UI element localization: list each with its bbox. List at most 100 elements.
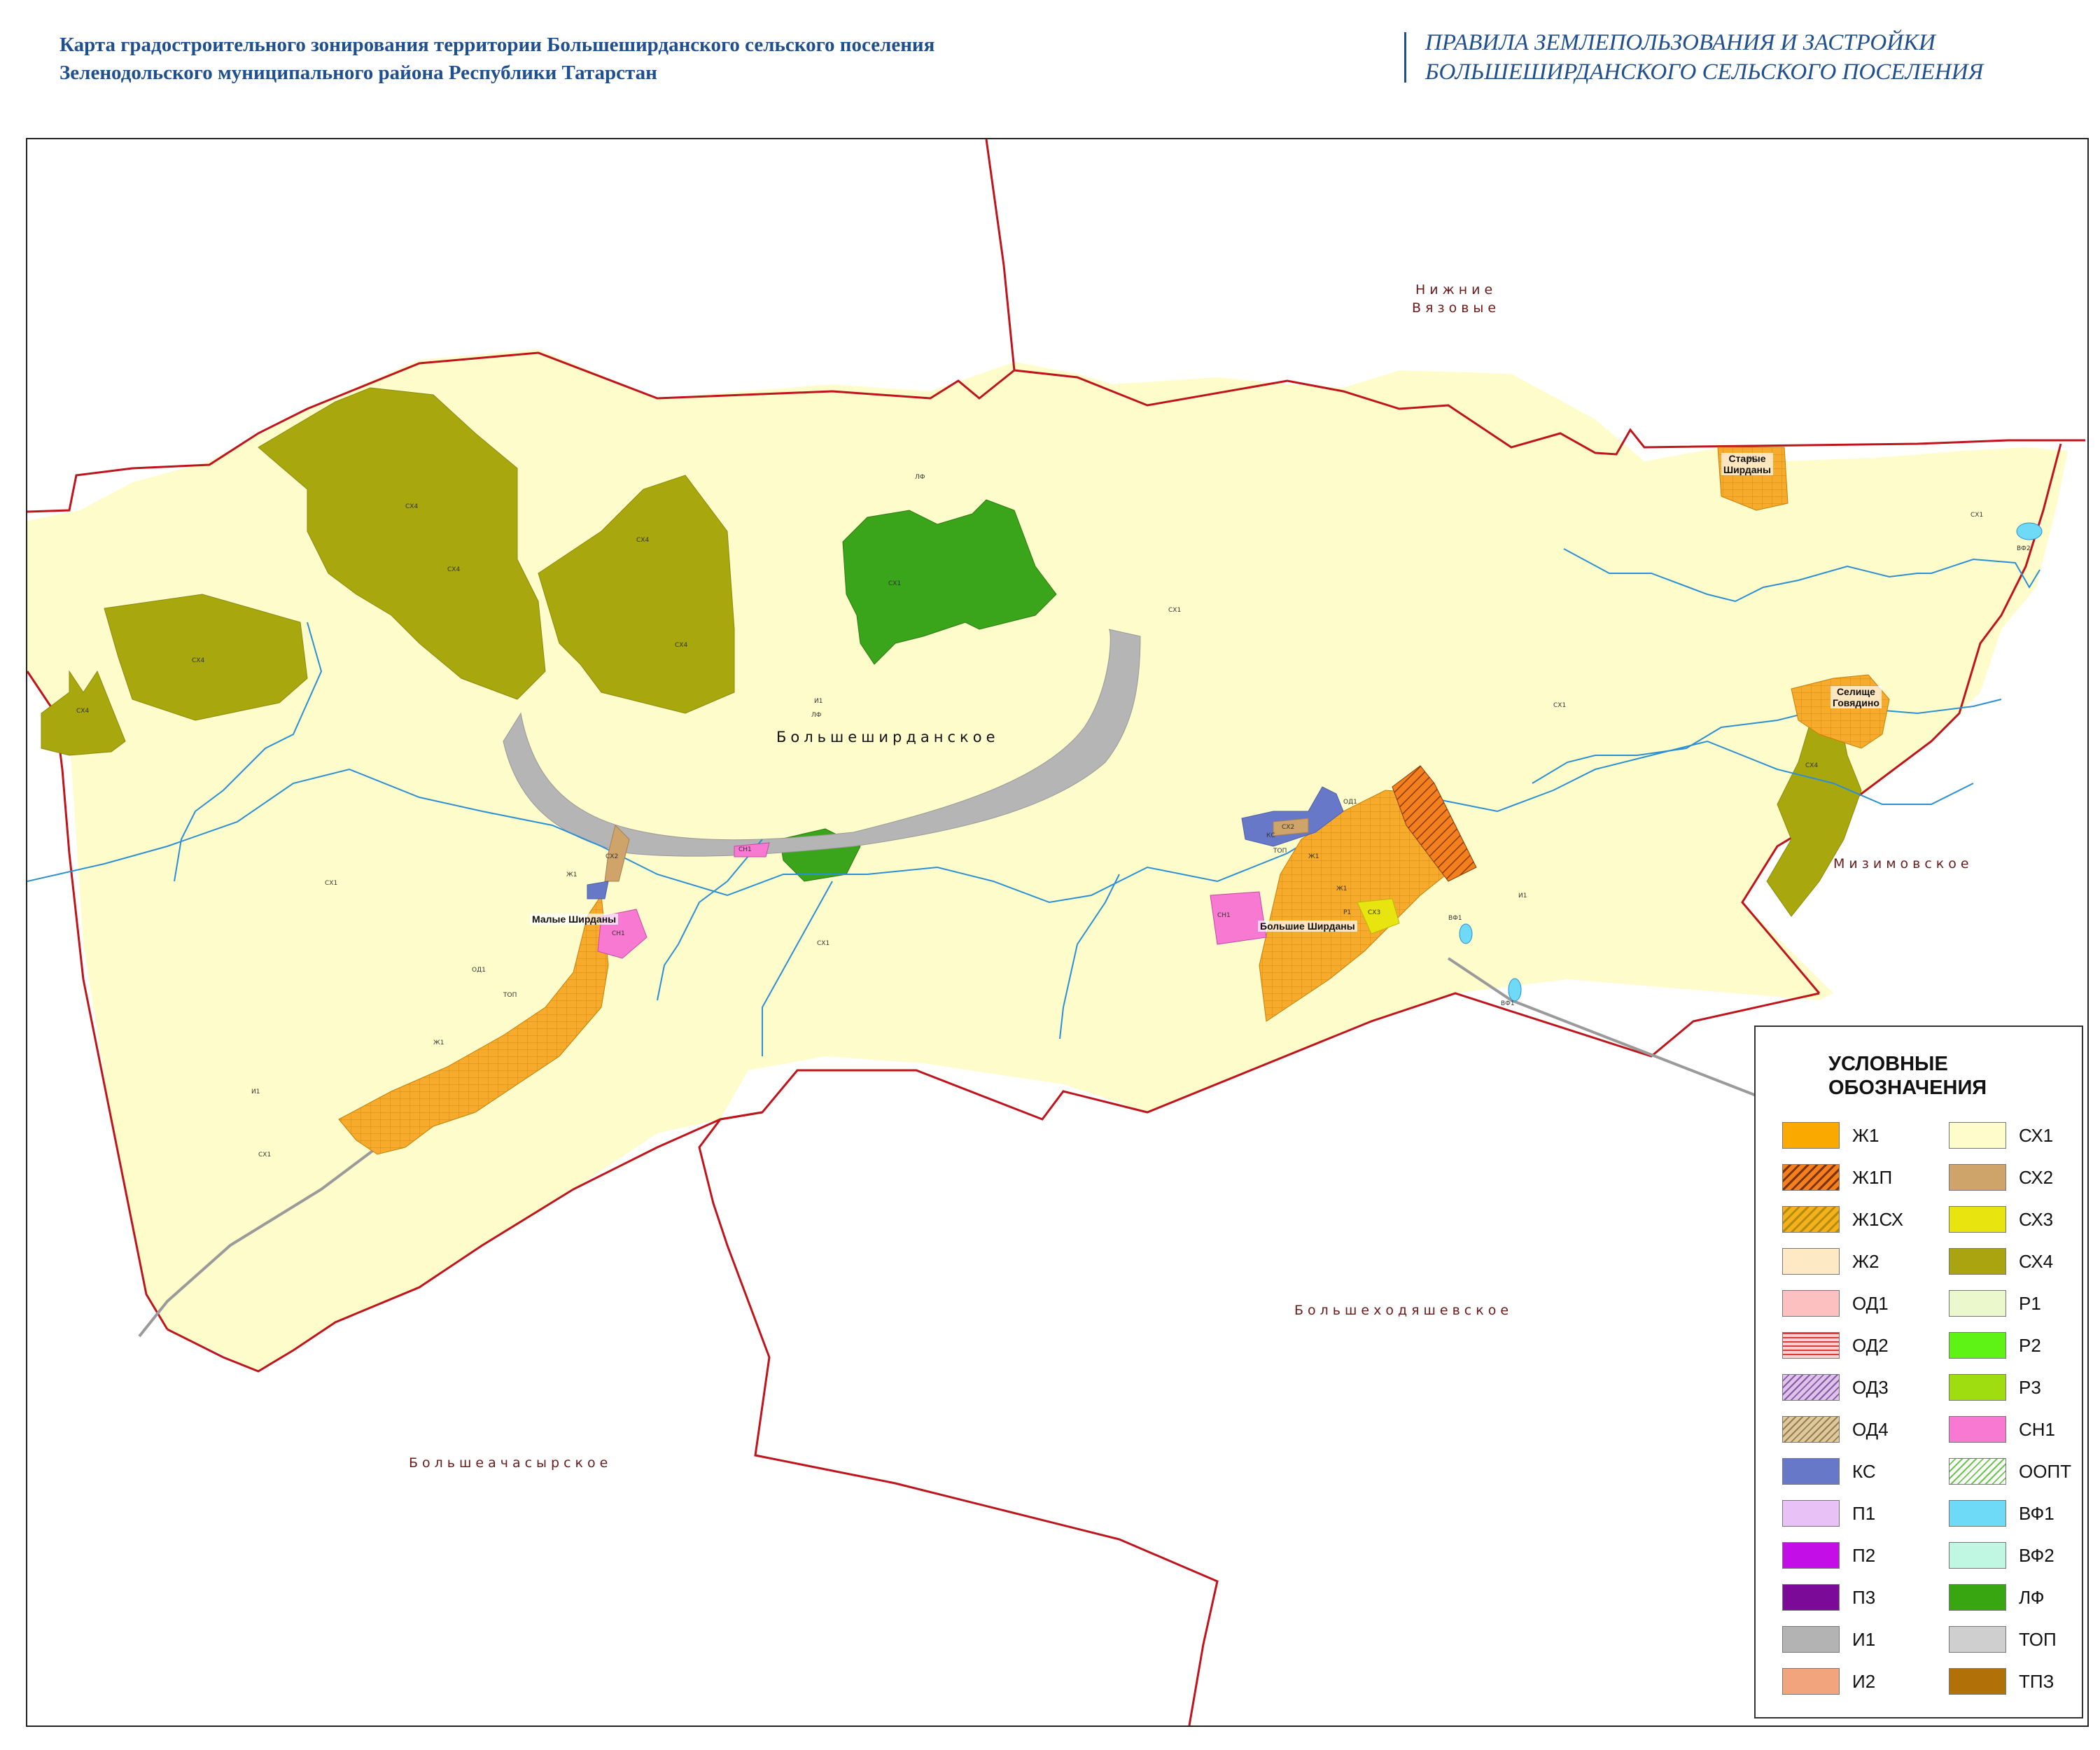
legend-code: ЛФ <box>2019 1587 2045 1608</box>
zone-ks-malye[interactable] <box>587 881 609 899</box>
waterbody-central[interactable] <box>1459 923 1473 944</box>
zone-tag-i1: И1 <box>1518 892 1527 899</box>
settlement-bolshie-shirdany[interactable]: Большие Ширданы <box>1258 920 1357 932</box>
legend-item: Ж1СХ <box>1782 1202 1936 1233</box>
zone-tag-sx4: СХ4 <box>76 708 90 715</box>
zone-tag-vf2: ВФ2 <box>2017 545 2031 552</box>
legend-swatch <box>1782 1416 1840 1443</box>
legend-code: ВФ1 <box>2019 1503 2054 1524</box>
settlement-malye-shirdany[interactable]: Малые Ширданы <box>530 913 619 925</box>
legend-title-line2: ОБОЗНАЧЕНИЯ <box>1828 1077 1987 1099</box>
zone-tag-sx1: СХ1 <box>817 940 830 947</box>
map-frame[interactable]: Нижние Вязовые Мизимовское Большеходяшев… <box>26 138 2089 1727</box>
legend-swatch <box>1782 1584 1840 1611</box>
rules-title-line1: ПРАВИЛА ЗЕМЛЕПОЛЬЗОВАНИЯ И ЗАСТРОЙКИ <box>1425 30 1935 55</box>
legend-swatch <box>1782 1164 1840 1191</box>
legend-item: ТОП <box>1949 1622 2087 1653</box>
settlement-selishche-govyadino[interactable]: Селище Говядино <box>1830 686 1882 708</box>
legend-swatch <box>1949 1416 2006 1443</box>
legend-swatch <box>1782 1374 1840 1401</box>
zone-tag-sn1: СН1 <box>738 846 752 853</box>
legend-item: СХ1 <box>1949 1118 2087 1149</box>
legend-item: ЛФ <box>1949 1580 2087 1611</box>
zone-tag-top: ТОП <box>1273 848 1287 855</box>
legend-item: ОД2 <box>1782 1328 1936 1359</box>
zone-tag-sn1: СН1 <box>612 930 625 937</box>
legend-swatch <box>1949 1668 2006 1695</box>
legend-code: КС <box>1852 1461 1876 1482</box>
legend-code: ОД3 <box>1852 1377 1889 1398</box>
zone-tag-sx1: СХ1 <box>1168 607 1182 614</box>
legend-code: СН1 <box>2019 1419 2056 1440</box>
map-title: Карта градостроительного зонирования тер… <box>59 31 934 87</box>
legend-swatch <box>1949 1290 2006 1317</box>
legend-item: П3 <box>1782 1580 1936 1611</box>
zone-tag-i1: И1 <box>251 1088 260 1096</box>
legend-item: ВФ1 <box>1949 1496 2087 1527</box>
legend-item: ОД1 <box>1782 1286 1936 1317</box>
zone-tag-zh1: Ж1 <box>1747 456 1758 463</box>
legend-swatch <box>1782 1332 1840 1359</box>
zone-tag-sx4: СХ4 <box>1805 762 1819 769</box>
legend-title-line1: УСЛОВНЫЕ <box>1828 1053 1948 1075</box>
zone-tag-ks: КС <box>1266 832 1275 839</box>
legend-item: ООПТ <box>1949 1454 2087 1485</box>
legend-swatch <box>1949 1542 2006 1569</box>
zone-tag-sx4: СХ4 <box>405 503 419 510</box>
legend-swatch <box>1949 1206 2006 1233</box>
legend-swatch <box>1949 1584 2006 1611</box>
legend-item: ТПЗ <box>1949 1664 2087 1695</box>
settlement-starye-line2: Ширданы <box>1723 464 1771 475</box>
legend-swatch <box>1949 1626 2006 1653</box>
legend-code: ВФ2 <box>2019 1545 2054 1566</box>
legend-swatch <box>1782 1458 1840 1485</box>
legend-item: Ж2 <box>1782 1244 1936 1275</box>
legend-item: СН1 <box>1949 1412 2087 1443</box>
legend-item: И2 <box>1782 1664 1936 1695</box>
neighbor-north-line2: Вязовые <box>1412 300 1501 316</box>
zone-tag-zh1: Ж1 <box>566 872 578 878</box>
legend-swatch <box>1782 1626 1840 1653</box>
zone-tag-zh1: Ж1 <box>1336 886 1348 892</box>
legend-swatch <box>1949 1500 2006 1527</box>
zone-tag-vf1: ВФ1 <box>1501 1000 1515 1007</box>
legend-code: Ж2 <box>1852 1251 1879 1272</box>
legend-swatch <box>1949 1374 2006 1401</box>
legend-code: И2 <box>1852 1671 1876 1692</box>
zone-tag-od1: ОД1 <box>472 967 486 974</box>
zone-tag-i1: И1 <box>814 698 823 705</box>
legend-swatch <box>1782 1542 1840 1569</box>
legend-code: СХ3 <box>2019 1209 2054 1230</box>
municipality-name: Большеширданское <box>776 729 1000 746</box>
rules-title: ПРАВИЛА ЗЕМЛЕПОЛЬЗОВАНИЯ И ЗАСТРОЙКИ БОЛ… <box>1425 28 1983 87</box>
zone-tag-sx1: СХ1 <box>1553 702 1567 709</box>
legend-code: ТОП <box>2019 1629 2057 1650</box>
legend-swatch <box>1782 1122 1840 1149</box>
legend-item: И1 <box>1782 1622 1936 1653</box>
zone-tag-lf: ЛФ <box>915 474 925 481</box>
legend-swatch <box>1949 1248 2006 1275</box>
zone-tag-sx1: СХ1 <box>258 1152 272 1158</box>
zone-tag-zh1: Ж1 <box>433 1040 444 1046</box>
zone-tag-top: ТОП <box>503 992 517 999</box>
legend-swatch <box>1782 1206 1840 1233</box>
legend-code: Ж1П <box>1852 1167 1893 1188</box>
legend-title: УСЛОВНЫЕ ОБОЗНАЧЕНИЯ <box>1828 1052 2010 1100</box>
waterbody-northeast[interactable] <box>2016 522 2043 540</box>
legend-code: ОД4 <box>1852 1419 1889 1440</box>
legend-code: ОД2 <box>1852 1335 1889 1356</box>
legend-swatch <box>1782 1248 1840 1275</box>
neighbor-mizimovskoe: Мизимовское <box>1833 856 1973 872</box>
legend-item: П1 <box>1782 1496 1936 1527</box>
zone-tag-sx4: СХ4 <box>192 657 205 664</box>
legend-item: ОД4 <box>1782 1412 1936 1443</box>
boundary-line-south <box>698 992 1820 1726</box>
legend-swatch <box>1782 1290 1840 1317</box>
legend-item: Р3 <box>1949 1370 2087 1401</box>
legend-code: ОД1 <box>1852 1293 1889 1314</box>
legend-code: Р1 <box>2019 1293 2041 1314</box>
legend-item: Р1 <box>1949 1286 2087 1317</box>
map-title-line1: Карта градостроительного зонирования тер… <box>59 34 935 56</box>
legend-code: Р2 <box>2019 1335 2041 1356</box>
waterbody-south[interactable] <box>1508 978 1522 1002</box>
